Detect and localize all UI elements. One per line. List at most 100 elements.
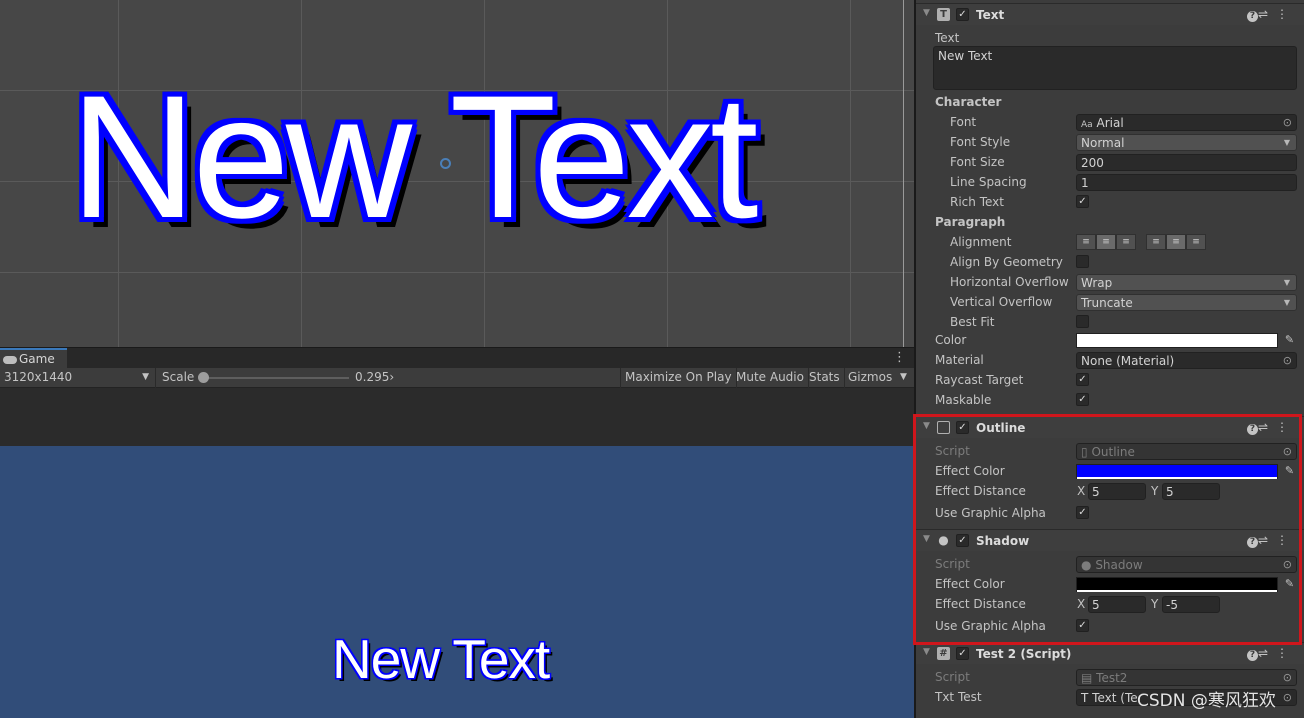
align-left-icon[interactable]: ≡	[1076, 234, 1096, 250]
line-spacing-input[interactable]: 1	[1076, 174, 1297, 191]
x-input[interactable]: 5	[1088, 483, 1146, 500]
object-picker-icon[interactable]: ⊙	[1283, 354, 1292, 367]
shadow-component-header[interactable]: ▼ ● ✓ Shadow ? ⇌⋮	[916, 529, 1304, 551]
section-header: Paragraph	[935, 215, 1006, 229]
line-spacing-row: Line Spacing 1	[916, 172, 1304, 192]
resolution-dropdown[interactable]: 3120x1440 ▼	[0, 368, 156, 388]
use-graphic-alpha-checkbox[interactable]: ✓	[1076, 619, 1089, 632]
kebab-menu-icon[interactable]: ⋮	[893, 350, 906, 365]
horizontal-overflow-dropdown[interactable]: Wrap	[1076, 274, 1297, 291]
scene-view[interactable]: New Text	[0, 0, 914, 347]
raycast-target-checkbox[interactable]: ✓	[1076, 373, 1089, 386]
align-center-icon[interactable]: ≡	[1096, 234, 1116, 250]
foldout-arrow-icon[interactable]: ▼	[923, 421, 930, 431]
tab-game[interactable]: Game	[0, 348, 67, 369]
preset-icon[interactable]: ⇌	[1258, 533, 1276, 547]
material-object-field[interactable]: None (Material) ⊙	[1076, 352, 1297, 369]
y-input[interactable]: 5	[1162, 483, 1220, 500]
kebab-menu-icon[interactable]: ⋮	[1276, 646, 1296, 660]
use-graphic-alpha-checkbox[interactable]: ✓	[1076, 506, 1089, 519]
field-label: Font	[950, 115, 977, 129]
help-icon[interactable]: ?	[1246, 11, 1258, 22]
section-header: Character	[935, 95, 1002, 109]
field-label: Material	[935, 353, 984, 367]
color-swatch[interactable]	[1076, 333, 1278, 348]
help-icon[interactable]: ?	[1246, 537, 1258, 548]
game-view[interactable]: New Text	[0, 446, 914, 718]
align-middle-icon[interactable]: ≡	[1166, 234, 1186, 250]
game-toolbar: 3120x1440 ▼ Scale 0.295› Maximize On Pla…	[0, 368, 914, 388]
eyedropper-icon[interactable]: ✎	[1282, 333, 1297, 348]
test2-enabled-checkbox[interactable]: ✓	[956, 647, 969, 660]
eyedropper-icon[interactable]: ✎	[1282, 577, 1297, 592]
component-title: Shadow	[976, 534, 1030, 548]
font-style-dropdown[interactable]: Normal	[1076, 134, 1297, 151]
field-label: Line Spacing	[950, 175, 1027, 189]
script-value: Shadow	[1095, 558, 1143, 572]
maskable-checkbox[interactable]: ✓	[1076, 393, 1089, 406]
y-input[interactable]: -5	[1162, 596, 1220, 613]
foldout-arrow-icon[interactable]: ▼	[923, 647, 930, 657]
outline-use-alpha-row: Use Graphic Alpha ✓	[916, 503, 1304, 523]
script-icon: ▯	[1081, 445, 1088, 459]
scale-slider-handle[interactable]	[198, 372, 209, 383]
text-input-area[interactable]: New Text	[933, 46, 1297, 90]
scene-text-object[interactable]: New Text	[70, 58, 870, 258]
test2-component-header[interactable]: ▼ # ✓ Test 2 (Script) ? ⇌⋮	[916, 642, 1304, 664]
x-input[interactable]: 5	[1088, 596, 1146, 613]
font-object-field[interactable]: Aa Arial ⊙	[1076, 114, 1297, 131]
outline-component-header[interactable]: ▼ ✓ Outline ? ⇌⋮	[916, 416, 1304, 438]
text-component-header[interactable]: ▼ T ✓ Text ? ⇌⋮	[916, 3, 1304, 25]
horizontal-alignment-group: ≡ ≡ ≡	[1076, 234, 1136, 250]
font-style-row: Font Style Normal	[916, 132, 1304, 152]
eyedropper-icon[interactable]: ✎	[1282, 464, 1297, 479]
shadow-effect-distance-row: Effect Distance X 5 Y -5	[916, 594, 1304, 614]
help-icon[interactable]: ?	[1246, 424, 1258, 435]
gizmos-button[interactable]: Gizmos	[844, 368, 896, 388]
outline-effect-distance-row: Effect Distance X 5 Y 5	[916, 481, 1304, 501]
font-asset-icon: Aa	[1081, 120, 1093, 130]
best-fit-checkbox[interactable]	[1076, 315, 1089, 328]
stats-button[interactable]: Stats	[805, 368, 845, 388]
effect-color-swatch[interactable]	[1076, 577, 1278, 592]
align-right-icon[interactable]: ≡	[1116, 234, 1136, 250]
script-object-field: ▯ Outline ⊙	[1076, 443, 1297, 460]
outline-enabled-checkbox[interactable]: ✓	[956, 421, 969, 434]
help-icon[interactable]: ?	[1246, 650, 1258, 661]
align-bottom-icon[interactable]: ≡	[1186, 234, 1206, 250]
x-label: X	[1077, 597, 1086, 611]
maximize-on-play-button[interactable]: Maximize On Play	[620, 368, 737, 388]
pivot-handle[interactable]	[440, 158, 451, 169]
vertical-alignment-group: ≡ ≡ ≡	[1146, 234, 1206, 250]
field-label: Txt Test	[935, 690, 982, 704]
field-label: Use Graphic Alpha	[935, 619, 1046, 633]
component-header-icons: ? ⇌⋮	[1246, 420, 1296, 435]
font-size-row: Font Size 200	[916, 152, 1304, 172]
test2-script-row: Script ▤ Test2 ⊙	[916, 667, 1304, 687]
font-size-input[interactable]: 200	[1076, 154, 1297, 171]
preset-icon[interactable]: ⇌	[1258, 646, 1276, 660]
align-top-icon[interactable]: ≡	[1146, 234, 1166, 250]
foldout-arrow-icon[interactable]: ▼	[923, 534, 930, 544]
field-label: Use Graphic Alpha	[935, 506, 1046, 520]
kebab-menu-icon[interactable]: ⋮	[1276, 420, 1296, 434]
kebab-menu-icon[interactable]: ⋮	[1276, 7, 1296, 21]
foldout-arrow-icon[interactable]: ▼	[923, 8, 930, 18]
object-picker-icon[interactable]: ⊙	[1283, 116, 1292, 129]
effect-color-swatch[interactable]	[1076, 464, 1278, 479]
gizmos-dropdown-icon[interactable]: ▼	[896, 368, 914, 388]
align-by-geometry-checkbox[interactable]	[1076, 255, 1089, 268]
scale-value: 0.295›	[355, 370, 395, 384]
mute-audio-button[interactable]: Mute Audio	[732, 368, 809, 388]
script-value: Outline	[1091, 445, 1135, 459]
text-enabled-checkbox[interactable]: ✓	[956, 8, 969, 21]
preset-icon[interactable]: ⇌	[1258, 7, 1276, 21]
field-label: Font Size	[950, 155, 1005, 169]
kebab-menu-icon[interactable]: ⋮	[1276, 533, 1296, 547]
preset-icon[interactable]: ⇌	[1258, 420, 1276, 434]
object-picker-icon[interactable]: ⊙	[1283, 691, 1292, 704]
shadow-enabled-checkbox[interactable]: ✓	[956, 534, 969, 547]
vertical-overflow-dropdown[interactable]: Truncate	[1076, 294, 1297, 311]
rich-text-checkbox[interactable]: ✓	[1076, 195, 1089, 208]
scale-slider-track[interactable]	[203, 377, 349, 379]
